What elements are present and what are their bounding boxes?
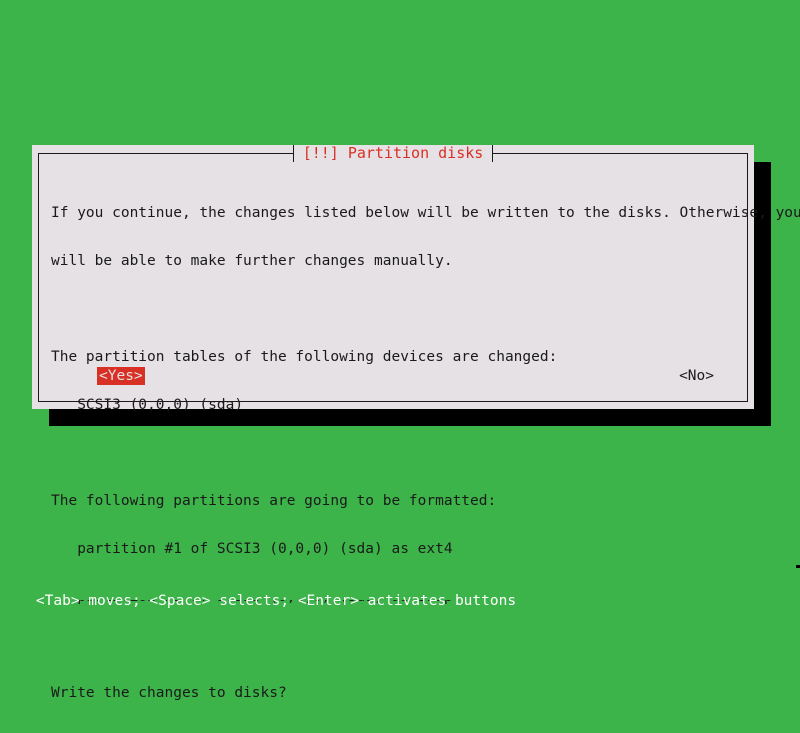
confirm-question: Write the changes to disks? (51, 685, 287, 701)
body-line: The following partitions are going to be… (51, 493, 497, 509)
body-line-spacer (51, 301, 740, 317)
installer-screen: [!!] Partition disks If you continue, th… (0, 0, 800, 701)
keyboard-help-text: <Tab> moves; <Space> selects; <Enter> ac… (35, 593, 517, 609)
status-bar: <Tab> moves; <Space> selects; <Enter> ac… (0, 568, 800, 609)
body-line-spacer (51, 637, 740, 653)
dialog-button-row: <Yes> <No> (51, 367, 738, 385)
yes-button[interactable]: <Yes> (97, 367, 145, 385)
partition-disks-dialog: [!!] Partition disks If you continue, th… (32, 145, 800, 701)
body-line: will be able to make further changes man… (51, 253, 453, 269)
body-line: If you continue, the changes listed belo… (51, 205, 800, 221)
partition-list-item: partition #1 of SCSI3 (0,0,0) (sda) as e… (51, 541, 453, 557)
device-list-item: SCSI3 (0,0,0) (sda) (51, 397, 244, 413)
body-line: The partition tables of the following de… (51, 349, 558, 365)
body-line-spacer (51, 445, 740, 461)
dialog-body: If you continue, the changes listed belo… (51, 173, 800, 701)
no-button[interactable]: <No> (677, 367, 716, 385)
